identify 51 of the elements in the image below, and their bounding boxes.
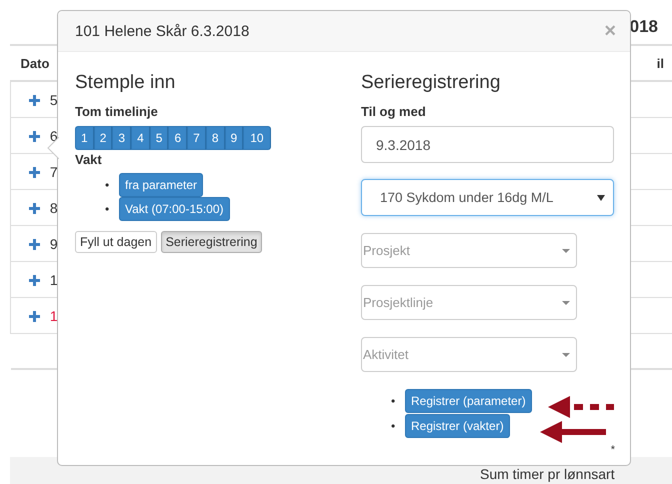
page-title: 018 [630,17,658,37]
register-button[interactable]: Registrer (parameter) [405,389,532,413]
bullet: • [391,394,396,408]
action-button[interactable]: Serieregistrering [160,231,262,253]
select-field[interactable]: Prosjekt [361,233,577,268]
date-cell: 1 [50,272,58,288]
timeline-button[interactable]: 1 [75,126,94,150]
timeline-button[interactable]: 4 [131,126,150,150]
date-cell: 9 [50,236,58,252]
timeline-button[interactable]: 7 [187,126,206,150]
date-cell: 6 [50,128,58,144]
date-cell: 5 [50,92,58,108]
date-cell: 8 [50,200,58,216]
timeline-button[interactable]: 6 [168,126,188,150]
expand-icon[interactable] [29,275,40,286]
action-button[interactable]: Fyll ut dagen [75,231,157,253]
popover-title: 101 Helene Skår 6.3.2018 [75,22,250,40]
timeline-button[interactable]: 3 [112,126,132,150]
bullet: • [391,419,396,433]
date-cell: 7 [50,164,58,180]
dropdown-icon [597,194,605,200]
dropdown-icon [562,248,570,252]
bullet: • [105,178,110,192]
date-cell: 1 [50,308,58,324]
select-field[interactable]: Aktivitet [361,337,577,372]
timeline-button[interactable]: 8 [206,126,224,150]
field-label: Vakt [75,152,103,167]
timeline-button[interactable]: 5 [150,126,168,150]
footnote-mark: * [610,444,615,456]
footer-label: Sum timer pr lønnsart [480,466,615,482]
expand-icon[interactable] [29,95,40,106]
field-label: Til og med [361,104,427,119]
field-label: Tom timelinje [75,104,159,119]
expand-icon[interactable] [29,239,40,250]
expand-icon[interactable] [29,131,40,142]
date-input[interactable]: 9.3.2018 [361,126,614,163]
shift-button[interactable]: Vakt (07:00-15:00) [119,197,230,221]
timeline-button[interactable]: 10 [243,126,271,150]
bullet: • [105,202,110,216]
expand-icon[interactable] [29,203,40,214]
close-button[interactable]: × [604,21,616,41]
timeline-button[interactable]: 9 [224,126,244,150]
expand-icon[interactable] [29,167,40,178]
expand-icon[interactable] [29,311,40,322]
register-button[interactable]: Registrer (vakter) [405,414,510,438]
dropdown-icon [562,352,570,356]
dropdown-icon [562,300,570,304]
select-field[interactable]: Prosjektlinje [361,285,577,320]
timeline-button[interactable]: 2 [94,126,112,150]
code-select[interactable]: 170 Sykdom under 16dg M/L [361,179,614,216]
shift-button[interactable]: fra parameter [119,173,204,197]
